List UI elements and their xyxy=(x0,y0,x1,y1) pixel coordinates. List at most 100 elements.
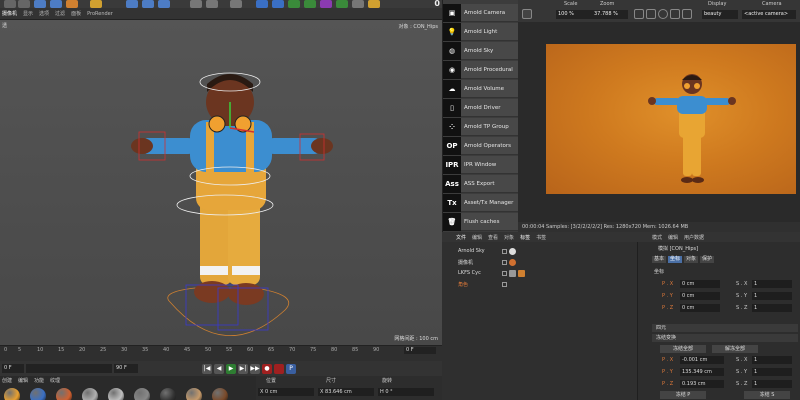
array-icon[interactable] xyxy=(304,0,316,8)
flush-caches-item[interactable]: 🗑 Flush caches xyxy=(443,212,519,231)
pos-x-field[interactable]: 0 cm xyxy=(680,280,720,288)
material-ball[interactable] xyxy=(186,388,202,400)
material-ball[interactable] xyxy=(82,388,98,400)
attr-menu-userdata[interactable]: 用户数据 xyxy=(684,234,704,241)
material-ball[interactable] xyxy=(30,388,46,400)
viewport-menu-panel[interactable]: 面板 xyxy=(71,10,81,17)
floor-icon[interactable] xyxy=(336,0,348,8)
attr-menu-edit[interactable]: 编辑 xyxy=(668,234,678,241)
ipr-window-item[interactable]: IPR IPR Window xyxy=(443,155,519,174)
scale-icon[interactable] xyxy=(66,0,78,8)
material-tag-icon[interactable] xyxy=(509,269,516,277)
go-to-end-button[interactable]: ▶▶ xyxy=(250,363,260,374)
freeze-p-button[interactable]: 冻结 P xyxy=(660,391,706,399)
size-x-field[interactable]: X 83.646 cm xyxy=(318,388,374,396)
list-item[interactable]: Arnold Sky xyxy=(442,246,638,256)
3d-viewport[interactable]: 透 对象 : CON_Hips 网格间距: 100 cm xyxy=(0,20,442,345)
viewport-menu-options[interactable]: 选项 xyxy=(39,10,49,17)
end-frame-field[interactable]: 90 F xyxy=(114,364,138,373)
material-ball[interactable] xyxy=(4,388,20,400)
tab-object[interactable]: 对象 xyxy=(684,256,699,263)
expand-icon[interactable] xyxy=(682,9,692,19)
render-view-icon[interactable] xyxy=(206,0,218,8)
ass-export-item[interactable]: Ass ASS Export xyxy=(443,174,519,193)
list-item[interactable]: 角色 xyxy=(442,279,638,289)
viewport-menu-camera[interactable]: 摄像机 xyxy=(2,10,17,17)
obj-menu-bookmarks[interactable]: 书签 xyxy=(536,234,546,241)
frozen-pos-y-field[interactable]: 135.349 cm xyxy=(680,368,724,376)
viewport-menu-prorender[interactable]: ProRender xyxy=(87,11,113,17)
viewport-menu-display[interactable]: 显示 xyxy=(23,10,33,17)
current-frame-field[interactable]: 0 F xyxy=(404,347,436,354)
arnold-volume-item[interactable]: ☁ Arnold Volume xyxy=(443,79,519,98)
material-menu-function[interactable]: 功能 xyxy=(34,377,44,384)
y-axis-icon[interactable] xyxy=(142,0,154,8)
arnold-camera-item[interactable]: ▣ Arnold Camera xyxy=(443,3,519,22)
list-item[interactable]: 摄像机 xyxy=(442,257,638,267)
visibility-toggle[interactable] xyxy=(502,259,507,265)
light-tool-icon[interactable] xyxy=(368,0,380,8)
viewport-menu-filter[interactable]: 过滤 xyxy=(55,10,65,17)
obj-menu-edit[interactable]: 编辑 xyxy=(472,234,482,241)
material-menu-texture[interactable]: 纹理 xyxy=(50,377,60,384)
cube-icon[interactable] xyxy=(256,0,268,8)
visibility-toggle[interactable] xyxy=(502,281,507,287)
redo-icon[interactable] xyxy=(18,0,30,8)
frozen-scale-y-field[interactable]: 1 xyxy=(752,368,792,376)
select-icon[interactable] xyxy=(34,0,46,8)
material-ball[interactable] xyxy=(212,388,228,400)
crop-icon[interactable] xyxy=(634,9,644,19)
tab-protection[interactable]: 保护 xyxy=(700,256,715,263)
arnold-tp-group-item[interactable]: ⁘ Arnold TP Group xyxy=(443,117,519,136)
play-button[interactable]: ▶ xyxy=(226,363,236,374)
material-tag-icon[interactable] xyxy=(518,269,525,277)
fit-icon[interactable] xyxy=(646,9,656,19)
pen-icon[interactable] xyxy=(272,0,284,8)
visibility-toggle[interactable] xyxy=(502,270,507,276)
position-x-field[interactable]: X 0 cm xyxy=(258,388,314,396)
freeze-s-button[interactable]: 冻结 S xyxy=(744,391,790,399)
prev-frame-button[interactable]: ◀ xyxy=(214,363,224,374)
tab-coordinates[interactable]: 坐标 xyxy=(668,256,683,263)
attr-menu-mode[interactable]: 模式 xyxy=(652,234,662,241)
character-model[interactable] xyxy=(0,20,442,345)
scale-z-field[interactable]: 1 xyxy=(752,304,792,312)
rotation-h-field[interactable]: H 0 ° xyxy=(378,388,434,396)
arnold-procedural-item[interactable]: ◉ Arnold Procedural xyxy=(443,60,519,79)
zoom-field[interactable]: 37.788 % xyxy=(592,10,628,19)
frozen-scale-z-field[interactable]: 1 xyxy=(752,380,792,388)
freeze-all-button[interactable]: 冻结全部 xyxy=(660,345,706,353)
material-ball[interactable] xyxy=(56,388,72,400)
go-to-start-button[interactable]: |◀ xyxy=(202,363,212,374)
frozen-scale-x-field[interactable]: 1 xyxy=(752,356,792,364)
protection-tag-icon[interactable] xyxy=(509,258,516,266)
scale-y-field[interactable]: 1 xyxy=(752,292,792,300)
deformer-icon[interactable] xyxy=(320,0,332,8)
scale-x-field[interactable]: 1 xyxy=(752,280,792,288)
material-menu-create[interactable]: 创建 xyxy=(2,377,12,384)
freeze-transform-section[interactable]: 冻结变换 xyxy=(652,334,798,342)
channel-icon[interactable] xyxy=(670,9,680,19)
arnold-light-item[interactable]: 💡 Arnold Light xyxy=(443,22,519,41)
obj-menu-tags[interactable]: 标签 xyxy=(520,234,530,241)
rotate-icon[interactable] xyxy=(90,0,102,8)
obj-menu-object[interactable]: 对象 xyxy=(504,234,514,241)
display-select[interactable]: beauty xyxy=(702,10,738,19)
visibility-toggle[interactable] xyxy=(502,248,507,254)
render-icon[interactable] xyxy=(190,0,202,8)
keyframe-button[interactable]: P xyxy=(286,363,296,374)
frame-range-slider[interactable] xyxy=(26,364,112,373)
start-frame-field[interactable]: 0 F xyxy=(2,364,24,373)
arnold-sky-item[interactable]: ◍ Arnold Sky xyxy=(443,41,519,60)
move-icon[interactable] xyxy=(50,0,62,8)
sky-tag-icon[interactable] xyxy=(509,247,516,255)
render-settings-icon[interactable] xyxy=(230,0,242,8)
subdivision-icon[interactable] xyxy=(288,0,300,8)
obj-menu-file[interactable]: 文件 xyxy=(456,234,466,241)
quaternion-section[interactable]: 四元 xyxy=(652,324,798,332)
material-ball[interactable] xyxy=(108,388,124,400)
material-ball[interactable] xyxy=(160,388,176,400)
play-render-icon[interactable] xyxy=(522,9,532,19)
pos-z-field[interactable]: 0 cm xyxy=(680,304,720,312)
autokey-button[interactable] xyxy=(274,363,284,374)
